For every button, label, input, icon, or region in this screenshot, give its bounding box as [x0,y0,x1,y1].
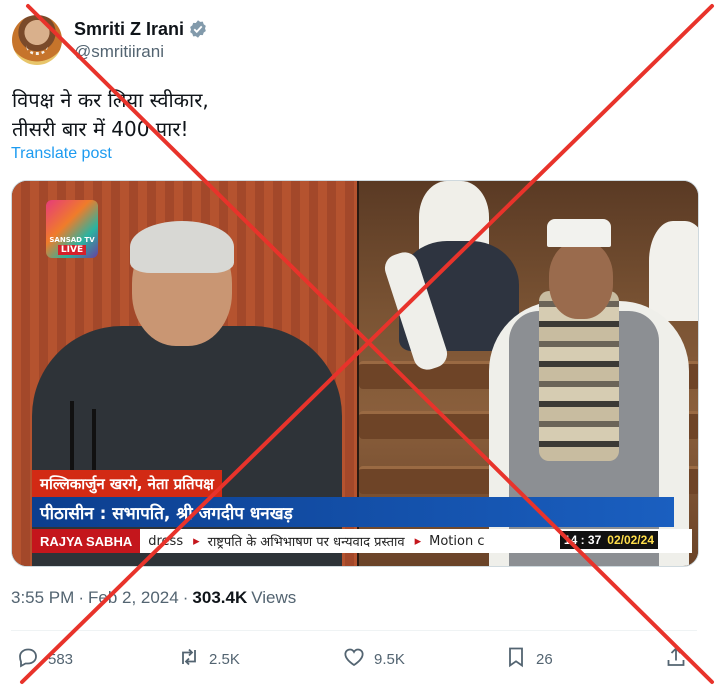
ticker-dot-icon: ▸ [414,533,422,549]
meta-separator: · [78,588,84,607]
tweet-meta: 3:55 PM · Feb 2, 2024 · 303.4K Views [11,588,296,608]
clock-date: 02/02/24 [607,533,654,547]
reply-icon [16,645,40,673]
heart-icon [342,645,366,673]
reply-button[interactable]: 583 [16,645,73,673]
tweet-media-image[interactable]: SANSAD TV LIVE मल्लिकार्जुन खरगे, नेता प… [11,180,699,567]
background-person-3 [649,221,698,321]
post-date[interactable]: Feb 2, 2024 [88,588,179,608]
share-button[interactable] [664,645,688,673]
reply-count: 583 [48,650,74,668]
ticker-item-1: dress [148,533,184,549]
tweet-header: Smriti Z Irani @smritiirani [12,14,208,66]
meta-separator: · [182,588,189,607]
share-icon [664,645,688,673]
ticker-item-2: राष्ट्रपति के अभिभाषण पर धन्यवाद प्रस्ता… [207,535,405,550]
bookmark-button[interactable]: 26 [504,645,553,673]
microphone-left-2 [92,409,96,471]
tweet-text-line-1: विपक्ष ने कर लिया स्वीकार, [12,88,209,112]
tweet-text: विपक्ष ने कर लिया स्वीकार, तीसरी बार में… [12,86,209,144]
repost-button[interactable]: 2.5K [177,645,240,673]
channel-label: RAJYA SABHA [32,529,141,553]
broadcast-clock: 14 : 37 02/02/24 [559,531,658,549]
avatar[interactable] [12,15,62,65]
microphone-left [70,401,74,471]
views-label: Views [251,588,297,607]
action-bar: 583 2.5K 9.5K 26 [14,645,694,675]
translate-post-link[interactable]: Translate post [11,145,112,163]
like-button[interactable]: 9.5K [342,645,405,673]
speaker-head [549,241,613,319]
sansad-tv-logo: SANSAD TV LIVE [46,200,98,258]
bookmark-icon [504,645,528,673]
speaker-cap [547,219,611,247]
repost-count: 2.5K [209,650,240,668]
bookmark-count: 26 [536,650,553,668]
views-count: 303.4K [192,588,248,607]
clock-time: 14 : 37 [563,533,602,547]
lower-third-presiding: पीठासीन : सभापति, श्री जगदीप धनखड़ [32,497,674,527]
live-label: LIVE [57,245,87,255]
tweet-text-line-2: तीसरी बार में 400 पार! [12,117,189,141]
ticker-item-3: Motion c [429,533,485,549]
handle[interactable]: @smritiirani [74,42,208,62]
verified-badge-icon [188,19,208,39]
lower-third-speaker: मल्लिकार्जुन खरगे, नेता प्रतिपक्ष [32,470,222,497]
author-names: Smriti Z Irani @smritiirani [74,19,208,62]
divider [11,630,697,631]
repost-icon [177,645,201,673]
ticker-dot-icon: ▸ [193,533,200,549]
like-count: 9.5K [374,650,405,668]
display-name-row: Smriti Z Irani [74,19,208,40]
logo-text: SANSAD TV [49,236,95,244]
chairman-hair [130,221,234,273]
post-time[interactable]: 3:55 PM [11,588,74,608]
display-name[interactable]: Smriti Z Irani [74,19,184,40]
